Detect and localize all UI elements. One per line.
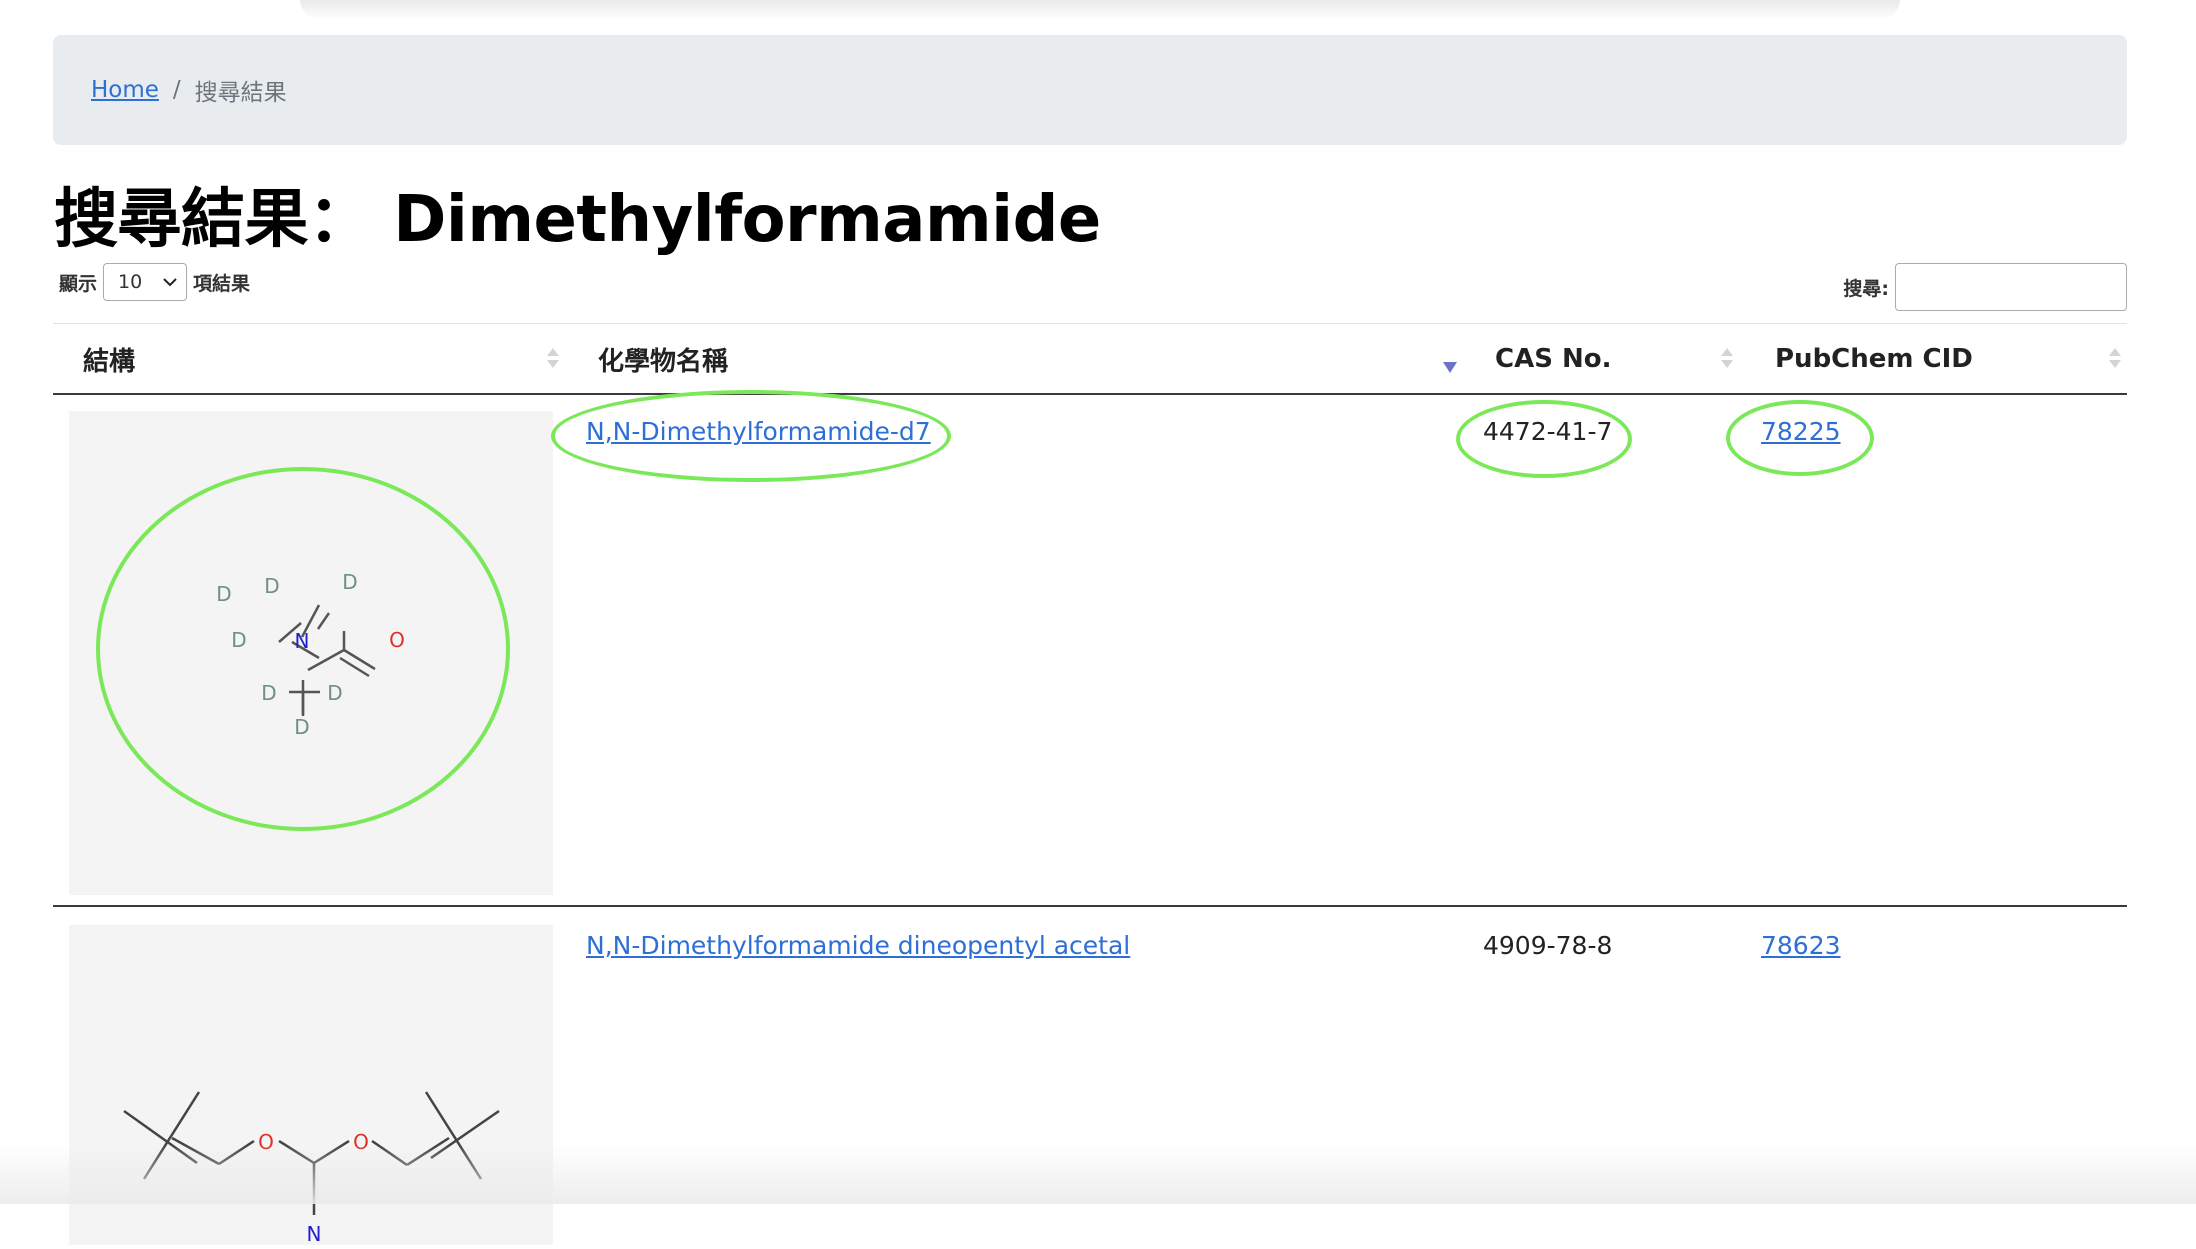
compound-name-cell: N,N-Dimethylformamide dineopentyl acetal bbox=[586, 931, 1130, 960]
pubchem-cid-cell: 78623 bbox=[1761, 931, 1841, 960]
page-length-prefix: 顯示 bbox=[59, 272, 98, 295]
highlight-circle-cas bbox=[1456, 400, 1632, 478]
column-header-structure-label: 結構 bbox=[83, 346, 136, 377]
column-header-name-label: 化學物名稱 bbox=[598, 346, 729, 377]
page-length-select[interactable]: 10 bbox=[103, 263, 188, 301]
column-header-cid[interactable]: PubChem CID bbox=[1775, 324, 1973, 394]
bottom-shadow bbox=[0, 1144, 2196, 1204]
highlight-circle-name bbox=[551, 390, 951, 482]
sort-icon bbox=[2109, 348, 2121, 372]
cas-number: 4909-78-8 bbox=[1483, 931, 1613, 960]
column-header-name[interactable]: 化學物名稱 bbox=[598, 324, 728, 394]
page-length-control: 顯示 10 項結果 bbox=[59, 263, 250, 301]
column-header-cas-label: CAS No. bbox=[1495, 344, 1612, 374]
breadcrumb-home-link[interactable]: Home bbox=[91, 77, 159, 103]
page-length-value: 10 bbox=[118, 271, 143, 293]
page-length-suffix: 項結果 bbox=[193, 272, 251, 295]
breadcrumb-current: 搜尋結果 bbox=[194, 80, 287, 106]
highlight-circle-cid bbox=[1726, 400, 1874, 476]
results-table: 結構 化學物名稱 CAS No. PubChem CID D D D D D D… bbox=[53, 323, 2127, 1246]
column-header-cid-label: PubChem CID bbox=[1775, 344, 1973, 374]
table-search-control: 搜尋: bbox=[1843, 263, 2127, 311]
column-header-structure[interactable]: 結構 bbox=[83, 324, 135, 394]
column-header-cas[interactable]: CAS No. bbox=[1495, 324, 1611, 394]
search-input[interactable] bbox=[1895, 263, 2127, 311]
highlight-circle-structure bbox=[96, 467, 510, 831]
breadcrumb-separator: / bbox=[172, 77, 181, 103]
table-header: 結構 化學物名稱 CAS No. PubChem CID bbox=[53, 323, 2127, 395]
pubchem-cid-link[interactable]: 78623 bbox=[1761, 931, 1841, 960]
search-label: 搜尋: bbox=[1843, 277, 1889, 300]
compound-name-link[interactable]: N,N-Dimethylformamide dineopentyl acetal bbox=[586, 931, 1130, 960]
sort-icon bbox=[547, 348, 559, 372]
chevron-down-icon bbox=[163, 278, 177, 287]
top-shadow bbox=[300, 0, 1900, 20]
page-title: 搜尋結果： Dimethylformamide bbox=[54, 183, 1101, 257]
atom-label: N bbox=[307, 1222, 322, 1245]
breadcrumb: Home / 搜尋結果 bbox=[53, 35, 2127, 145]
sort-icon bbox=[1721, 348, 1733, 372]
sort-desc-icon bbox=[1443, 362, 1457, 373]
